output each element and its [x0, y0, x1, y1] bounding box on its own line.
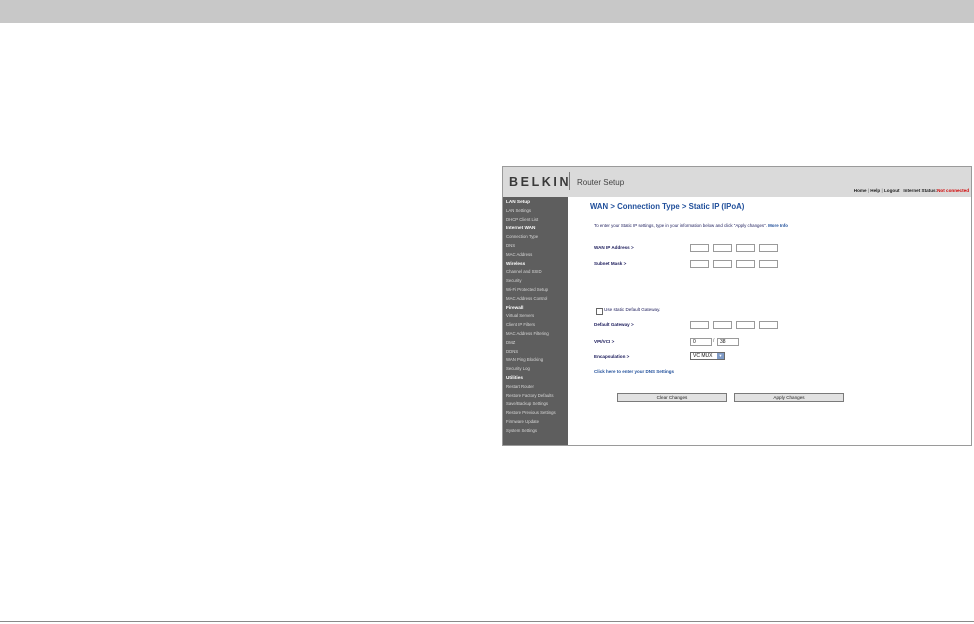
sidebar-item-lan-settings[interactable]: LAN Settings	[503, 207, 568, 216]
sidebar-item-channel-ssid[interactable]: Channel and SSID	[503, 268, 568, 277]
top-nav: Home | Help | Logout Internet Status:Not…	[854, 188, 969, 193]
logout-link[interactable]: Logout	[884, 188, 900, 193]
sidebar-item-dns[interactable]: DNS	[503, 242, 568, 251]
use-default-gateway-checkbox[interactable]	[596, 308, 603, 315]
vpi-input[interactable]: 0	[690, 338, 712, 346]
encapsulation-selected: VC MUX	[693, 353, 713, 359]
help-link[interactable]: Help	[870, 188, 880, 193]
encapsulation-select[interactable]: VC MUX ▼	[690, 352, 725, 360]
sidebar-item-client-ip-filters[interactable]: Client IP Filters	[503, 321, 568, 330]
subnet-mask-octet-3[interactable]	[736, 260, 755, 268]
sidebar-section-lan-setup[interactable]: LAN Setup	[503, 198, 568, 207]
vci-input[interactable]: 38	[717, 338, 739, 346]
sidebar-section-utilities[interactable]: Utilities	[503, 374, 568, 383]
subnet-mask-octet-1[interactable]	[690, 260, 709, 268]
subnet-mask-label: Subnet Mask >	[594, 261, 627, 266]
sidebar-item-dmz[interactable]: DMZ	[503, 339, 568, 348]
encapsulation-label: Encapsulation >	[594, 354, 630, 359]
sidebar-item-save-backup-settings[interactable]: Save/Backup Settings	[503, 400, 568, 409]
subnet-mask-octet-4[interactable]	[759, 260, 778, 268]
chevron-down-icon[interactable]: ▼	[717, 353, 724, 359]
apply-changes-button[interactable]: Apply Changes	[734, 393, 844, 402]
internet-status-value: Not connected	[937, 188, 969, 193]
clear-changes-button[interactable]: Clear Changes	[617, 393, 727, 402]
default-gateway-octet-2[interactable]	[713, 321, 732, 329]
sidebar-section-firewall[interactable]: Firewall	[503, 304, 568, 313]
default-gateway-octet-4[interactable]	[759, 321, 778, 329]
sidebar-item-restart-router[interactable]: Restart Router	[503, 383, 568, 392]
intro-sentence: To enter your Static IP settings, type i…	[594, 223, 767, 228]
sidebar-item-dhcp-client-list[interactable]: DHCP Client List	[503, 216, 568, 225]
sidebar-section-wireless[interactable]: Wireless	[503, 260, 568, 269]
document-bottom-rule	[0, 621, 974, 622]
wan-ip-octet-3[interactable]	[736, 244, 755, 252]
sidebar: LAN Setup LAN Settings DHCP Client List …	[503, 197, 568, 445]
router-header: BELKIN Router Setup Home | Help | Logout…	[503, 167, 971, 197]
default-gateway-octet-3[interactable]	[736, 321, 755, 329]
sidebar-item-restore-factory-defaults[interactable]: Restore Factory Defaults	[503, 392, 568, 401]
wan-ip-label: WAN IP Address >	[594, 245, 634, 250]
main-content: WAN > Connection Type > Static IP (IPoA)…	[568, 197, 971, 445]
sidebar-item-security[interactable]: Security	[503, 277, 568, 286]
document-top-bar	[0, 0, 974, 23]
wan-ip-octet-2[interactable]	[713, 244, 732, 252]
sidebar-item-mac-address-control[interactable]: MAC Address Control	[503, 295, 568, 304]
sidebar-item-mac-address-filtering[interactable]: MAC Address Filtering	[503, 330, 568, 339]
sidebar-item-firmware-update[interactable]: Firmware Update	[503, 418, 568, 427]
default-gateway-octet-1[interactable]	[690, 321, 709, 329]
sidebar-section-internet-wan[interactable]: Internet WAN	[503, 224, 568, 233]
belkin-logo: BELKIN	[509, 175, 572, 189]
home-link[interactable]: Home	[854, 188, 867, 193]
sidebar-item-system-settings[interactable]: System Settings	[503, 427, 568, 436]
vpi-vci-separator: /	[713, 338, 715, 344]
wan-ip-octet-1[interactable]	[690, 244, 709, 252]
sidebar-item-ddns[interactable]: DDNS	[503, 348, 568, 357]
default-gateway-label: Default Gateway >	[594, 322, 634, 327]
app-title: Router Setup	[577, 178, 625, 187]
wan-ip-octet-4[interactable]	[759, 244, 778, 252]
sidebar-item-wan-ping-blocking[interactable]: WAN Ping Blocking	[503, 356, 568, 365]
sidebar-item-virtual-servers[interactable]: Virtual Servers	[503, 312, 568, 321]
subnet-mask-octet-2[interactable]	[713, 260, 732, 268]
router-setup-screenshot: BELKIN Router Setup Home | Help | Logout…	[502, 166, 972, 446]
intro-text: To enter your Static IP settings, type i…	[594, 223, 788, 228]
use-default-gateway-label: Use static Default Gateway.	[604, 307, 661, 312]
sidebar-item-wps[interactable]: Wi-Fi Protected Setup	[503, 286, 568, 295]
internet-status-label: Internet Status:	[903, 188, 938, 193]
more-info-link[interactable]: More Info	[768, 223, 788, 228]
sidebar-item-connection-type[interactable]: Connection Type	[503, 233, 568, 242]
sidebar-item-restore-previous-settings[interactable]: Restore Previous Settings	[503, 409, 568, 418]
logo-divider	[569, 172, 570, 190]
sidebar-item-security-log[interactable]: Security Log	[503, 365, 568, 374]
page-title: WAN > Connection Type > Static IP (IPoA)	[590, 202, 745, 211]
sidebar-item-mac-address[interactable]: MAC Address	[503, 251, 568, 260]
dns-settings-link[interactable]: Click here to enter your DNS Settings	[594, 369, 674, 374]
vpi-vci-label: VPI/VCI >	[594, 339, 615, 344]
